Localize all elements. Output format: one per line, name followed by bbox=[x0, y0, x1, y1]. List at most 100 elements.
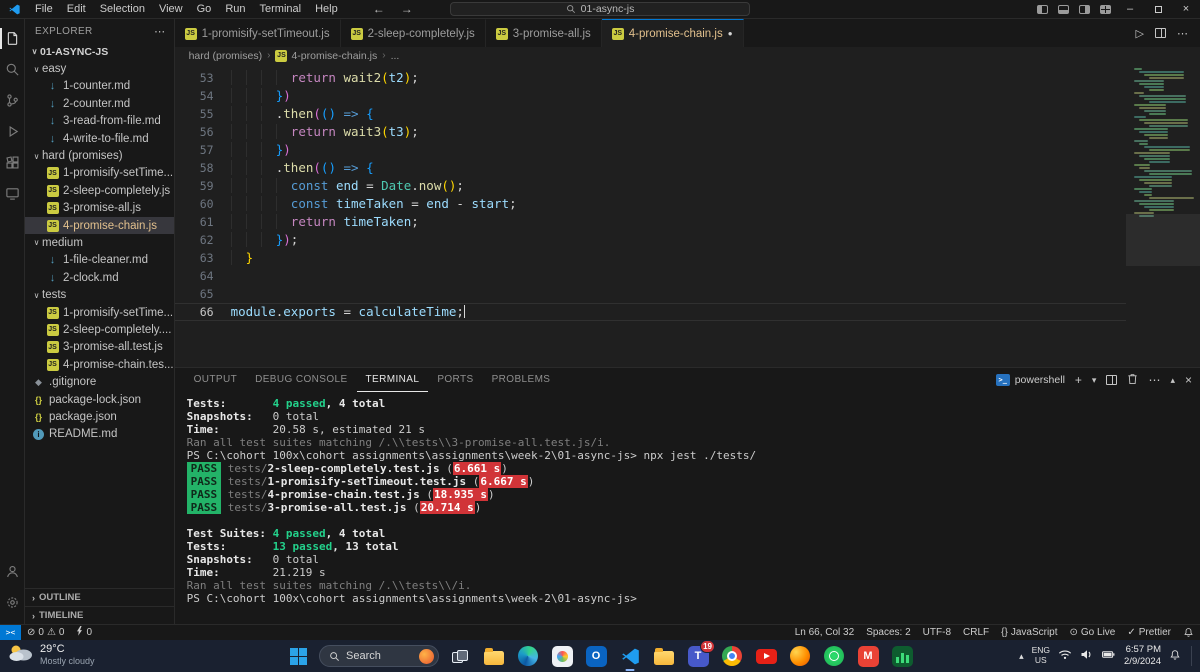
panel-tab-debug-console[interactable]: DEBUG CONSOLE bbox=[246, 368, 356, 392]
tab-4-promise-chain-js[interactable]: JS 4-promise-chain.js ● bbox=[601, 19, 744, 47]
section-outline[interactable]: › OUTLINE bbox=[25, 588, 174, 606]
files-icon[interactable] bbox=[0, 23, 24, 54]
weather-widget[interactable]: 29°C Mostly cloudy bbox=[8, 643, 95, 666]
firefox-icon[interactable] bbox=[787, 643, 813, 669]
close-button[interactable]: × bbox=[1172, 0, 1200, 18]
menu-go[interactable]: Go bbox=[190, 0, 219, 18]
code-line-64[interactable]: 64 bbox=[175, 267, 1200, 285]
code-editor[interactable]: 53 return wait2(t2); 54 }) 55 .then(() => … bbox=[174, 64, 1200, 367]
menu-terminal[interactable]: Terminal bbox=[253, 0, 309, 18]
taskbar-search[interactable]: Search bbox=[319, 645, 439, 667]
file-gitignore[interactable]: ◆ .gitignore bbox=[25, 373, 174, 390]
terminal-output[interactable]: Tests: 4 passed, 4 total Snapshots: 0 tot… bbox=[175, 392, 1200, 624]
status-cursor-position[interactable]: Ln 66, Col 32 bbox=[789, 627, 861, 638]
terminal-dropdown-icon[interactable]: ▾ bbox=[1092, 375, 1097, 386]
vscode-icon[interactable] bbox=[617, 643, 643, 669]
file-4-promise-chain-js[interactable]: JS 4-promise-chain.js bbox=[25, 216, 174, 235]
file-4-write-to-file-md[interactable]: ↓ 4-write-to-file.md bbox=[25, 130, 174, 147]
code-line-58[interactable]: 58 .then(() => { bbox=[175, 159, 1200, 177]
command-center-search[interactable]: 01-async-js bbox=[450, 2, 750, 16]
remote-icon[interactable] bbox=[0, 178, 24, 209]
menu-edit[interactable]: Edit bbox=[60, 0, 93, 18]
panel-more-actions-icon[interactable]: ⋯ bbox=[1148, 373, 1160, 387]
code-line-65[interactable]: 65 bbox=[175, 285, 1200, 303]
line-number[interactable]: 61 bbox=[175, 213, 231, 231]
file-1-promisify-settime[interactable]: JS 1-promisify-setTime... bbox=[25, 165, 174, 182]
folder-hard-promises[interactable]: ∨ hard (promises) bbox=[25, 147, 174, 164]
start-button[interactable] bbox=[285, 643, 311, 669]
line-number[interactable]: 54 bbox=[175, 87, 231, 105]
status-eol[interactable]: CRLF bbox=[957, 627, 995, 638]
tree-root-01-async-js[interactable]: ∨ 01-ASYNC-JS bbox=[25, 43, 174, 60]
minimap[interactable] bbox=[1126, 64, 1200, 367]
status-encoding[interactable]: UTF-8 bbox=[917, 627, 957, 638]
line-number[interactable]: 65 bbox=[175, 285, 231, 303]
code-line-54[interactable]: 54 }) bbox=[175, 87, 1200, 105]
breadcrumb-item-hard-promises[interactable]: hard (promises) bbox=[189, 50, 263, 62]
run-file-icon[interactable]: ▷ bbox=[1136, 27, 1144, 40]
menu-file[interactable]: File bbox=[28, 0, 60, 18]
kill-terminal-icon[interactable] bbox=[1127, 373, 1138, 388]
line-number[interactable]: 62 bbox=[175, 231, 231, 249]
settings-icon[interactable] bbox=[0, 587, 24, 618]
search-icon[interactable] bbox=[0, 54, 24, 85]
panel-tab-problems[interactable]: PROBLEMS bbox=[483, 368, 560, 392]
tab-1-promisify-settimeout-js[interactable]: JS 1-promisify-setTimeout.js bbox=[174, 19, 341, 47]
folder-easy[interactable]: ∨ easy bbox=[25, 60, 174, 77]
outlook-icon[interactable]: O bbox=[583, 643, 609, 669]
code-line-56[interactable]: 56 return wait3(t3); bbox=[175, 123, 1200, 141]
maximize-button[interactable] bbox=[1144, 0, 1172, 18]
status-notifications[interactable] bbox=[1177, 627, 1200, 638]
remote-indicator[interactable]: >< bbox=[0, 625, 21, 640]
folder-icon[interactable] bbox=[651, 643, 677, 669]
task-view-icon[interactable] bbox=[447, 643, 473, 669]
line-number[interactable]: 59 bbox=[175, 177, 231, 195]
photos-icon[interactable] bbox=[549, 643, 575, 669]
close-panel-icon[interactable]: × bbox=[1185, 373, 1192, 387]
split-editor-icon[interactable] bbox=[1155, 28, 1166, 38]
line-number[interactable]: 60 bbox=[175, 195, 231, 213]
edge-icon[interactable] bbox=[515, 643, 541, 669]
line-number[interactable]: 53 bbox=[175, 69, 231, 87]
account-icon[interactable] bbox=[0, 556, 24, 587]
hidden-icons-chevron-icon[interactable]: ▴ bbox=[1019, 651, 1024, 662]
wifi-icon[interactable] bbox=[1058, 649, 1072, 663]
folder-medium[interactable]: ∨ medium bbox=[25, 234, 174, 251]
file-2-sleep-completely-js[interactable]: JS 2-sleep-completely.js bbox=[25, 182, 174, 199]
toggle-secondary-sidebar-icon[interactable] bbox=[1079, 4, 1090, 14]
status-prettier[interactable]: ✓ Prettier bbox=[1121, 627, 1177, 638]
file-readme-md[interactable]: i README.md bbox=[25, 426, 174, 443]
nav-back-icon[interactable]: ← bbox=[373, 2, 385, 16]
problems-indicator[interactable]: ⊘ 0 ⚠ 0 bbox=[21, 627, 70, 638]
panel-tab-ports[interactable]: PORTS bbox=[428, 368, 482, 392]
breadcrumb-item-4-promise-chain-js[interactable]: JS 4-promise-chain.js bbox=[275, 49, 377, 62]
tab-3-promise-all-js[interactable]: JS 3-promise-all.js bbox=[485, 19, 602, 47]
ports-indicator[interactable]: 0 bbox=[70, 626, 98, 639]
excel-icon[interactable] bbox=[889, 643, 915, 669]
maximize-panel-icon[interactable]: ▴ bbox=[1170, 375, 1175, 386]
code-line-53[interactable]: 53 return wait2(t2); bbox=[175, 69, 1200, 87]
line-number[interactable]: 56 bbox=[175, 123, 231, 141]
tab-2-sleep-completely-js[interactable]: JS 2-sleep-completely.js bbox=[340, 19, 486, 47]
code-line-60[interactable]: 60 const timeTaken = end - start; bbox=[175, 195, 1200, 213]
file-1-file-cleaner-md[interactable]: ↓ 1-file-cleaner.md bbox=[25, 252, 174, 269]
file-1-promisify-settime[interactable]: JS 1-promisify-setTime... bbox=[25, 304, 174, 321]
new-terminal-icon[interactable]: + bbox=[1075, 373, 1082, 387]
menu-selection[interactable]: Selection bbox=[93, 0, 152, 18]
file-package-json[interactable]: {} package.json bbox=[25, 408, 174, 425]
teams-icon[interactable]: T 19 bbox=[685, 640, 715, 669]
clock[interactable]: 6:57 PM 2/9/2024 bbox=[1124, 644, 1161, 668]
code-line-63[interactable]: 63 } bbox=[175, 249, 1200, 267]
status-go-live[interactable]: ⊙ Go Live bbox=[1064, 627, 1122, 638]
code-line-55[interactable]: 55 .then(() => { bbox=[175, 105, 1200, 123]
minimize-button[interactable]: – bbox=[1116, 0, 1144, 18]
editor-more-actions-icon[interactable]: ⋯ bbox=[1177, 27, 1188, 40]
extensions-icon[interactable] bbox=[0, 147, 24, 178]
status-language-mode[interactable]: {} JavaScript bbox=[995, 627, 1063, 638]
file-2-counter-md[interactable]: ↓ 2-counter.md bbox=[25, 95, 174, 112]
code-line-57[interactable]: 57 }) bbox=[175, 141, 1200, 159]
line-number[interactable]: 64 bbox=[175, 267, 231, 285]
toggle-panel-icon[interactable] bbox=[1058, 4, 1069, 14]
line-number[interactable]: 55 bbox=[175, 105, 231, 123]
file-3-promise-all-js[interactable]: JS 3-promise-all.js bbox=[25, 200, 174, 217]
